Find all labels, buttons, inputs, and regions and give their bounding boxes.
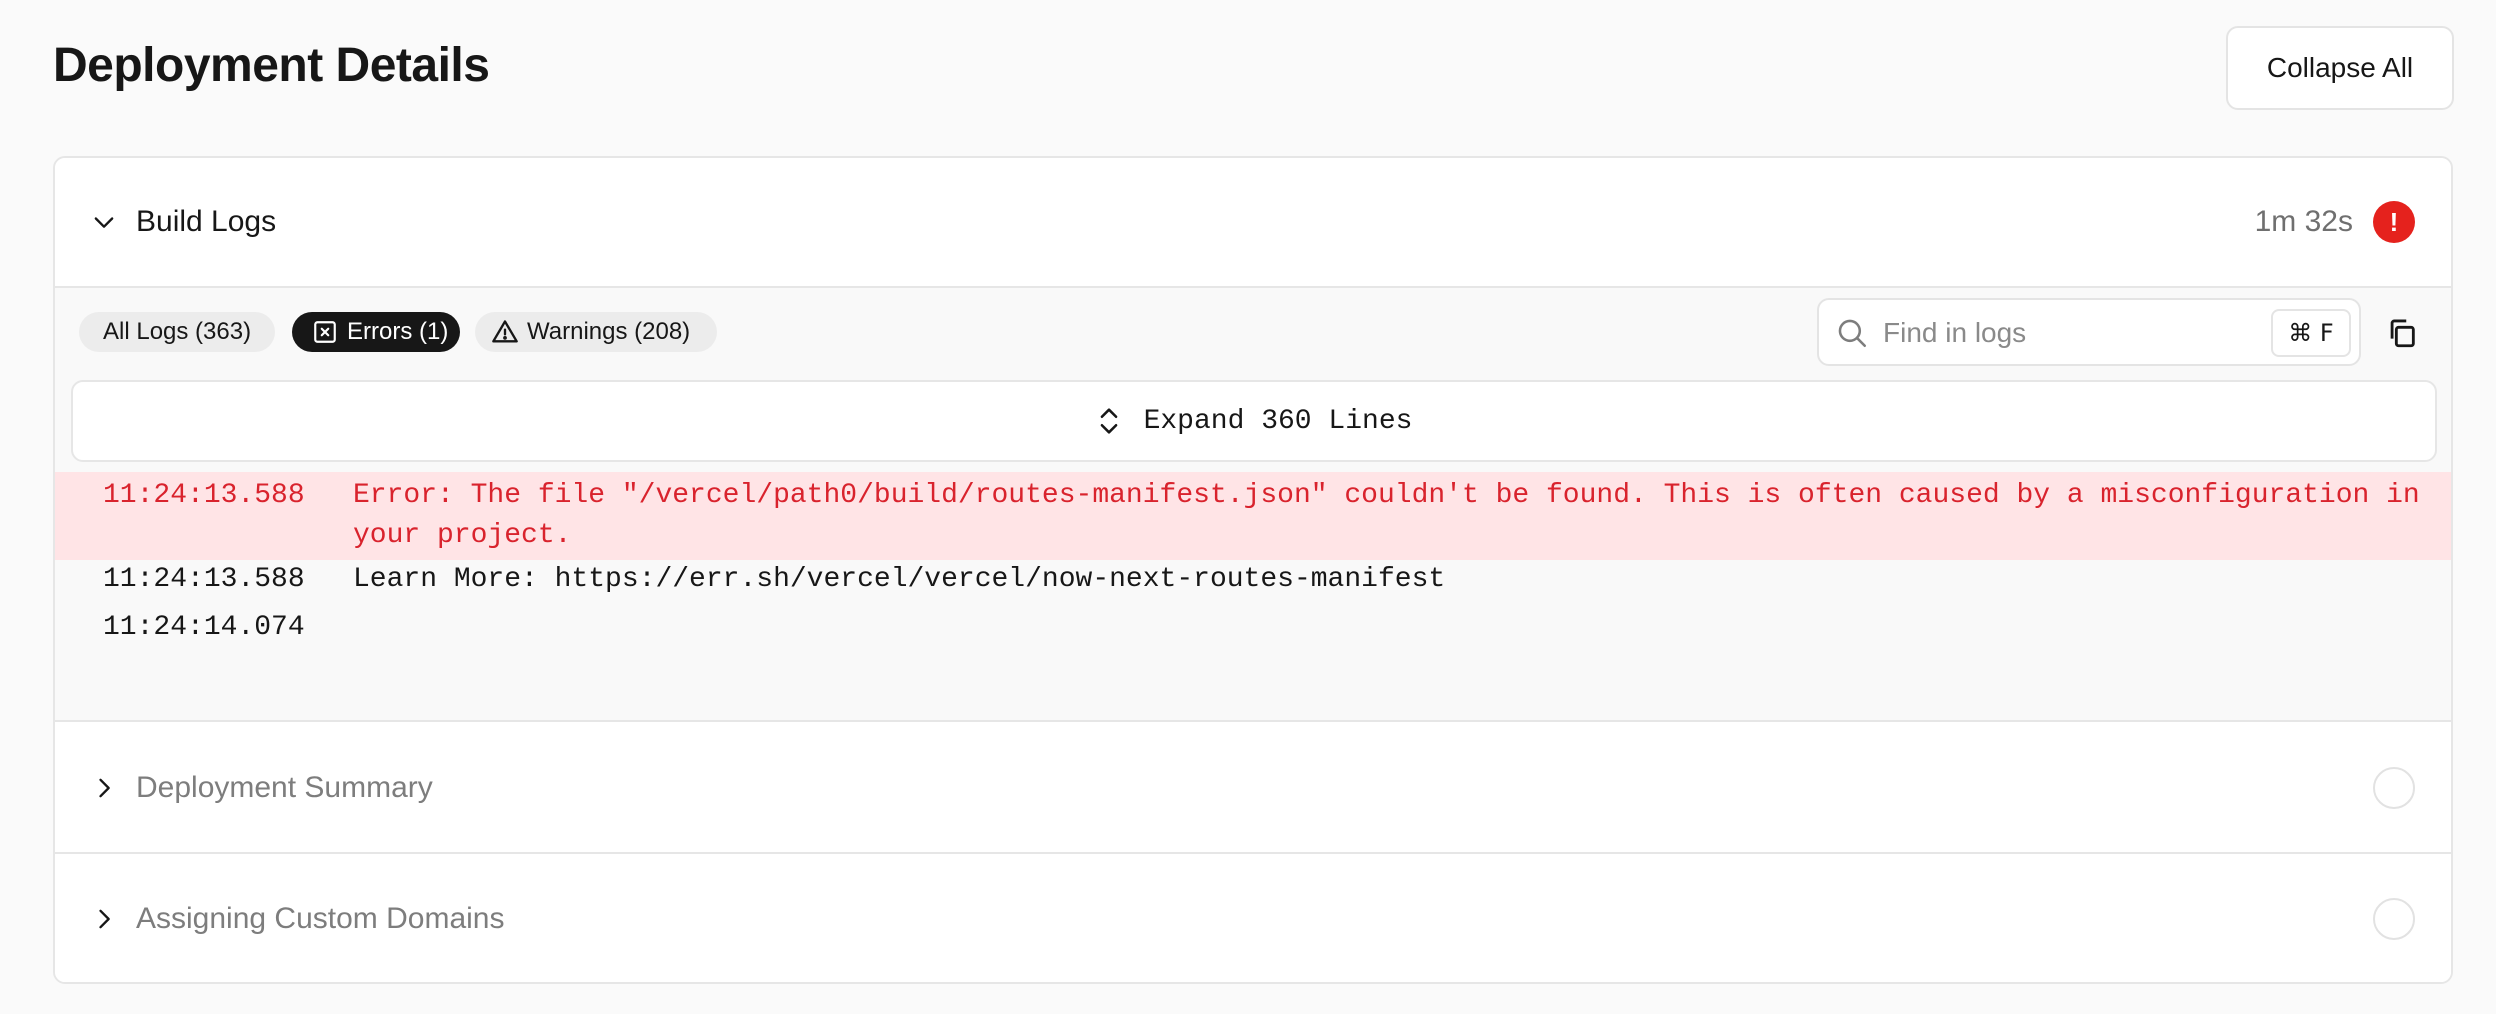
expand-vertical-icon [1096, 404, 1122, 438]
log-search-box: ⌘ F [1817, 298, 2361, 366]
collapse-all-button[interactable]: Collapse All [2226, 26, 2454, 110]
pending-status-icon [2373, 767, 2415, 809]
log-timestamp: 11:24:13.588 [103, 564, 305, 595]
deployment-steps-card: Build Logs 1m 32s ! All Logs (363) Error… [53, 156, 2453, 984]
warning-triangle-icon [491, 318, 519, 346]
log-message: Learn More: https://err.sh/vercel/vercel… [353, 564, 1446, 595]
filter-warnings[interactable]: Warnings (208) [475, 312, 717, 352]
filter-errors-label: Errors (1) [347, 318, 449, 345]
x-square-icon [311, 318, 339, 346]
deployment-summary-header[interactable]: Deployment Summary [55, 724, 2451, 854]
expand-lines-label: Expand 360 Lines [1143, 405, 1413, 437]
custom-domains-title: Assigning Custom Domains [136, 902, 505, 935]
search-icon [1835, 316, 1869, 350]
chevron-right-icon [89, 904, 119, 934]
deployment-details-page: Deployment Details Collapse All Build Lo… [0, 0, 2496, 1014]
chevron-down-icon [89, 207, 119, 237]
log-timestamp: 11:24:14.074 [103, 612, 305, 643]
custom-domains-header[interactable]: Assigning Custom Domains [55, 854, 2451, 982]
deployment-summary-title: Deployment Summary [136, 771, 433, 804]
build-logs-panel: All Logs (363) Errors (1) Warnings (208) [55, 288, 2451, 722]
pending-status-icon [2373, 898, 2415, 940]
build-logs-title: Build Logs [136, 205, 277, 238]
log-message: Error: The file "/vercel/path0/build/rou… [353, 480, 2437, 551]
filter-all-logs-label: All Logs (363) [103, 318, 252, 345]
log-line: 11:24:14.074 [55, 608, 2451, 656]
chevron-right-icon [89, 773, 119, 803]
copy-icon[interactable] [2385, 316, 2419, 350]
filter-all-logs[interactable]: All Logs (363) [79, 312, 275, 352]
expand-lines-button[interactable]: Expand 360 Lines [71, 380, 2437, 462]
log-search-input[interactable] [1883, 312, 2223, 354]
filter-errors[interactable]: Errors (1) [292, 312, 460, 352]
filter-warnings-label: Warnings (208) [527, 318, 691, 345]
error-status-icon: ! [2373, 201, 2415, 243]
build-logs-header[interactable]: Build Logs 1m 32s ! [55, 158, 2451, 288]
build-duration: 1m 32s [2254, 205, 2353, 238]
search-shortcut-badge: ⌘ F [2271, 309, 2351, 357]
log-timestamp: 11:24:13.588 [103, 480, 305, 511]
log-line-error: 11:24:13.588 Error: The file "/vercel/pa… [55, 472, 2451, 560]
log-line: 11:24:13.588 Learn More: https://err.sh/… [55, 560, 2451, 608]
page-title: Deployment Details [53, 39, 490, 92]
